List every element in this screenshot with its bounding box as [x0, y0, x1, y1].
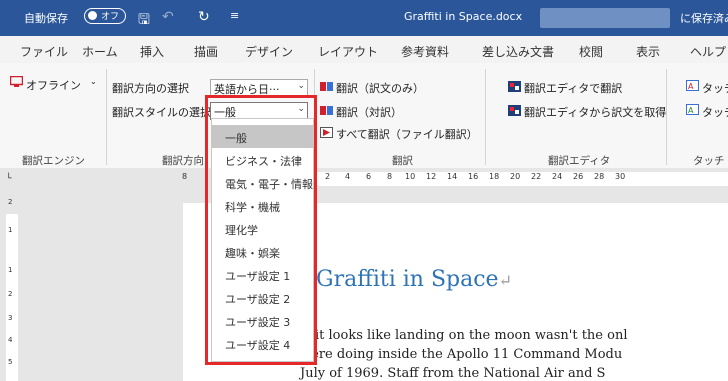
document-line[interactable]: July of 1969. Staff from the National Ai…	[300, 366, 605, 381]
ruler-number: 20	[510, 172, 521, 181]
ruler-number: 3	[8, 314, 13, 322]
translate-only-icon	[320, 82, 333, 91]
ruler-number: 24	[552, 172, 563, 181]
save-status: に保存済み	[680, 12, 728, 25]
ruler-number: 22	[531, 172, 542, 181]
ruler-number: 4	[345, 172, 351, 181]
title-bar: 自動保存 オフ 🖫 ↶ ↻ ≡ Graffiti in Space.docx に…	[0, 0, 728, 36]
style-label: 翻訳スタイルの選択	[112, 106, 211, 119]
ruler-number: 2	[8, 290, 13, 298]
translate-pair-icon	[320, 106, 333, 115]
direction-label: 翻訳方向の選択	[112, 82, 189, 95]
ruler-number: 6	[366, 172, 372, 181]
document-title: Graffiti in Space.docx	[404, 10, 523, 23]
ruler-number: 5	[8, 358, 13, 366]
highlight-box	[205, 95, 317, 365]
ruler-number: 30	[615, 172, 626, 181]
tab-layout[interactable]: レイアウト	[318, 43, 378, 60]
group-label-touch: タッチ	[693, 155, 725, 167]
svg-text:A: A	[688, 82, 694, 91]
translate-only-button[interactable]: 翻訳（訳文のみ）	[336, 80, 424, 96]
ribbon: オフライン ⌄ 翻訳方向の選択 英語から日··· ⌄ 翻訳スタイルの選択 一般 …	[0, 63, 728, 169]
redo-icon[interactable]: ↻	[198, 9, 210, 25]
ruler-number: 16	[468, 172, 479, 181]
touch-button-1[interactable]: タッチ	[702, 80, 728, 96]
tab-draw[interactable]: 描画	[194, 43, 218, 60]
group-separator	[106, 69, 107, 165]
save-icon[interactable]: 🖫	[138, 9, 150, 33]
tab-references[interactable]: 参考資料	[401, 43, 449, 60]
translate-all-button[interactable]: すべて翻訳（ファイル翻訳）	[336, 126, 478, 142]
tab-stop-icon[interactable]: └	[6, 174, 11, 184]
ribbon-tabs: ファイル ホーム 挿入 描画 デザイン レイアウト 参考資料 差し込み文書 校閲…	[0, 36, 728, 63]
tab-help[interactable]: ヘルプ	[690, 43, 726, 60]
horizontal-ruler[interactable]: └ 8 2 4 6 8 10 12 14 16 18 20 22 24 26 2…	[0, 168, 728, 190]
ruler-number: 2	[325, 172, 331, 181]
ruler-number: 26	[573, 172, 584, 181]
ruler-number: 2	[8, 198, 13, 206]
tab-insert[interactable]: 挿入	[140, 43, 164, 60]
touch-icon: A	[686, 80, 699, 91]
ruler-number: 4	[8, 336, 13, 344]
chevron-down-icon: ⌄	[297, 81, 305, 91]
undo-icon[interactable]: ↶	[162, 9, 174, 25]
group-label-translate: 翻訳	[392, 155, 413, 167]
ruler-number: 18	[489, 172, 500, 181]
group-label-direction: 翻訳方向	[162, 155, 204, 167]
group-separator	[666, 69, 667, 165]
redacted-location	[540, 8, 670, 28]
editor-translate-icon	[508, 81, 521, 92]
ruler-number: 8	[387, 172, 393, 181]
offline-button[interactable]: オフライン	[26, 77, 81, 93]
touch-button-2[interactable]: タッチ	[702, 104, 728, 120]
offline-dropdown-icon[interactable]: ⌄	[90, 77, 97, 86]
tab-mailings[interactable]: 差し込み文書	[482, 43, 554, 60]
customize-qat-icon[interactable]: ≡	[230, 9, 239, 22]
autosave-toggle[interactable]: オフ	[84, 8, 126, 24]
vertical-ruler[interactable]: 2 1 1 2 3 4 5	[0, 190, 22, 381]
touch-icon: A	[686, 104, 699, 115]
ruler-number: 28	[594, 172, 605, 181]
ruler-number: 8	[182, 172, 188, 181]
autosave-label: 自動保存	[24, 12, 68, 25]
ruler-number: 14	[447, 172, 458, 181]
group-separator	[485, 69, 486, 165]
ruler-number: 1	[8, 226, 13, 234]
document-line[interactable]: were doing inside the Apollo 11 Command …	[300, 347, 622, 362]
tab-home[interactable]: ホーム	[82, 43, 118, 60]
editor-translate-button[interactable]: 翻訳エディタで翻訳	[524, 80, 622, 96]
ruler-number: 10	[405, 172, 416, 181]
tab-file[interactable]: ファイル	[20, 43, 68, 60]
svg-text:A: A	[688, 106, 694, 115]
editor-get-button[interactable]: 翻訳エディタから訳文を取得	[524, 104, 666, 120]
group-label-editor: 翻訳エディタ	[548, 155, 611, 167]
document-line[interactable]: it looks like landing on the moon wasn't…	[315, 328, 627, 343]
ruler-number: 12	[426, 172, 437, 181]
ruler-number: 1	[8, 266, 13, 274]
translate-pair-button[interactable]: 翻訳（対訳）	[336, 104, 402, 120]
translate-all-icon	[320, 127, 333, 138]
tab-design[interactable]: デザイン	[245, 43, 293, 60]
document-heading[interactable]: Graffiti in Space↵	[316, 267, 512, 292]
offline-icon	[10, 76, 23, 87]
toggle-knob	[88, 11, 97, 20]
tab-review[interactable]: 校閲	[579, 43, 603, 60]
tab-view[interactable]: 表示	[636, 43, 660, 60]
toggle-state: オフ	[101, 12, 120, 22]
group-label-engine: 翻訳エンジン	[22, 155, 85, 167]
editor-get-icon	[508, 105, 521, 116]
